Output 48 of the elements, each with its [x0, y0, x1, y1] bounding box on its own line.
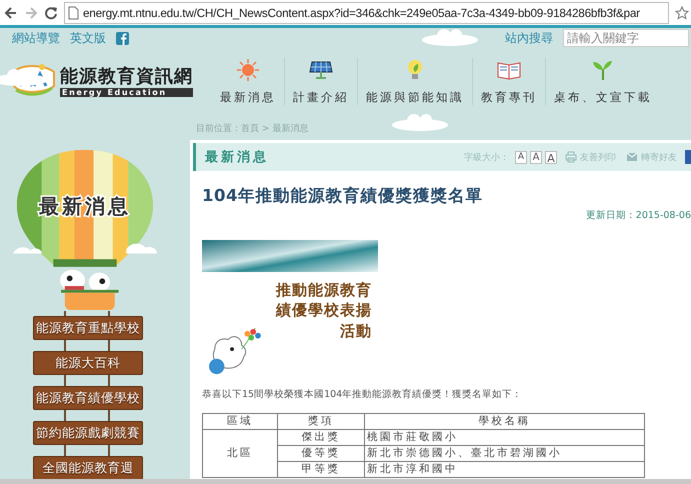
sidebar-sign-link[interactable]: 能源教育重點學校 [33, 316, 143, 340]
font-size-button[interactable]: A [530, 150, 542, 164]
search-label: 站內搜尋 [505, 30, 553, 46]
banner-text: 推動能源教育 [276, 280, 372, 300]
table-cell: 優等獎 [278, 446, 364, 462]
site-subtitle: Energy Education [60, 88, 193, 96]
printer-icon [565, 151, 577, 163]
site-title: 能源教育資訊網 [60, 64, 193, 88]
page-icon [68, 6, 79, 20]
sidebar-sign-link[interactable]: 全國能源教育週 [33, 456, 143, 480]
back-icon[interactable] [4, 6, 18, 20]
table-cell: 新北市崇德國小、臺北市碧湖國小 [364, 446, 644, 462]
banner-text: 績優學校表揚 [276, 300, 372, 320]
table-header: 區域 [202, 414, 278, 430]
article-title: 104年推動能源教育績優獎獲獎名單 [202, 185, 484, 207]
font-size-label: 字級大小： [464, 152, 509, 164]
update-date: 更新日期：2015-08-06 [586, 209, 691, 222]
section-title: 最新消息 [205, 148, 270, 166]
table-header: 獎項 [278, 414, 364, 430]
table-cell: 傑出獎 [278, 430, 364, 446]
intro-text: 恭喜以下15間學校榮獲本國104年推動能源教育績優獎！獲獎名單如下： [202, 388, 524, 401]
table-header: 學校名稱 [364, 414, 644, 430]
breadcrumb: 目前位置：首頁 > 最新消息 [196, 122, 308, 135]
sidebar-sign-link[interactable]: 節約能源戲劇競賽 [33, 421, 143, 445]
mail-icon [626, 151, 638, 163]
table-cell: 新北市淳和國中 [364, 462, 644, 478]
sun-icon [236, 58, 260, 82]
facebook-icon[interactable] [116, 32, 129, 44]
nav-item[interactable]: 能源與節能知識 [358, 58, 473, 105]
address-bar[interactable]: energy.mt.ntnu.edu.tw/CH/CH_NewsContent.aspx?id=346&chk=249e05aa-7c3a-4349-bb09-9184286bfb3f&par [64, 2, 669, 24]
nav-item[interactable]: 教育專刊 [473, 58, 546, 105]
horizontal-scrollbar[interactable] [0, 479, 691, 484]
table-cell: 北區 [202, 430, 278, 478]
cloud-drawing [390, 113, 450, 131]
reload-icon[interactable] [44, 6, 58, 20]
nav-item[interactable]: 計畫介紹 [285, 58, 358, 105]
banner-text: 活動 [340, 320, 372, 341]
sidebar-sign-link[interactable]: 能源大百科 [33, 351, 143, 375]
star-icon[interactable] [675, 6, 689, 20]
nav-item[interactable]: 桌布、文宣下載 [546, 58, 652, 105]
table-cell: 甲等獎 [278, 462, 364, 478]
font-size-button[interactable]: A [515, 150, 527, 164]
nav-item[interactable]: 最新消息 [212, 58, 285, 105]
sprout-icon [591, 58, 615, 82]
sidebar-sign-link[interactable]: 能源教育績優學校 [33, 386, 143, 410]
table-cell: 桃園市莊敬國小 [364, 430, 644, 446]
font-size-button[interactable]: A [545, 150, 557, 164]
search-field[interactable]: 請輸入關鍵字 [563, 29, 689, 47]
